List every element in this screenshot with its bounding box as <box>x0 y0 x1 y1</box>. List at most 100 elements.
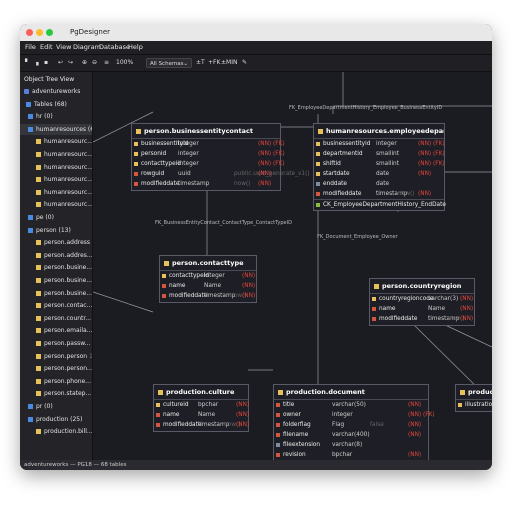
table-production-culture[interactable]: production.culture cultureid bpchar (NN) nam… <box>153 384 249 432</box>
menu-help[interactable]: Help <box>128 43 143 51</box>
tree-item-schema[interactable]: pe (0) <box>20 212 92 223</box>
new-file-icon[interactable]: ▘ <box>25 59 30 66</box>
tree-item-table[interactable]: person.passw...5c <box>20 338 92 349</box>
table-column-row[interactable]: contacttypeid integer (NN) (FK) <box>132 159 285 169</box>
tree-item-label: humanresourc... <box>44 188 93 196</box>
add-fk-button[interactable]: +FK <box>208 59 220 66</box>
table-person-contacttype[interactable]: person.contacttype contacttypeid integer (N… <box>159 255 257 303</box>
column-flags: (NN) <box>236 422 250 428</box>
schema-select[interactable]: All Schemas ⌄ <box>146 58 192 68</box>
tree-item-label: pr (0) <box>36 403 53 410</box>
tree-item-table[interactable]: humanresourc...5c <box>20 174 92 185</box>
open-folder-icon[interactable]: ▗ <box>34 59 39 66</box>
tree-item-table[interactable]: person.address8c <box>20 237 92 248</box>
table-column-row[interactable]: name Name (NN) <box>160 281 256 291</box>
minimize-tables-button[interactable]: ±MIN <box>221 59 237 66</box>
table-column-row[interactable]: modifieddate timestamp now() (NN) <box>314 189 444 199</box>
table-column-row[interactable]: owner integer (NN) (FK) <box>274 410 435 420</box>
diagram-canvas[interactable]: FK_EmployeeDepartmentHistory_Employee_Bu… <box>93 72 492 460</box>
table-production-illustration[interactable]: production.illustr illustrationidinteger <box>455 384 492 412</box>
tree-item-table[interactable]: person.contac...3c <box>20 300 92 311</box>
table-header: person.businessentitycontact <box>132 124 280 139</box>
column-flags: (NN) (FK) <box>418 161 445 167</box>
table-column-row[interactable]: departmentid smallint (NN) (FK) <box>314 149 445 159</box>
tree-item-table[interactable]: person.emaila...5c <box>20 325 92 336</box>
table-column-row[interactable]: modifieddate timestamp now() (NN) <box>370 314 474 324</box>
zoom-out-icon[interactable]: ⊖ <box>92 59 97 66</box>
table-column-row[interactable]: illustrationidinteger <box>456 400 492 410</box>
tree-item-schema[interactable]: pr (0) <box>20 401 92 412</box>
tree-item-table[interactable]: humanresourc...4c <box>20 187 92 198</box>
pin-icon[interactable]: ✎ <box>242 59 247 66</box>
table-column-row[interactable]: modifieddate timestamp now() (NN) <box>160 291 256 301</box>
tree-item-table[interactable]: humanresourc...15c <box>20 149 92 160</box>
table-column-row[interactable]: CK_EmployeeDepartmentHistory_EndDate <box>314 199 446 210</box>
table-column-row[interactable]: modifieddate timestamp now() (NN) <box>132 179 280 189</box>
table-column-row[interactable]: contacttypeid integer (NN) <box>160 271 256 281</box>
table-column-row[interactable]: fileextension varchar(8) <box>274 440 428 450</box>
table-icon <box>36 164 41 170</box>
title-bar: PgDesigner <box>20 24 492 41</box>
tree-item-table[interactable]: person.statep...8c <box>20 388 92 399</box>
column-icon <box>316 182 320 186</box>
table-production-document[interactable]: production.document title varchar(50) (NN) o… <box>273 384 435 460</box>
tree-item-schema[interactable]: Tables (68) <box>20 99 92 110</box>
table-person-businessentitycontact[interactable]: person.businessentitycontact businessenti… <box>131 123 310 191</box>
table-column-row[interactable]: cultureid bpchar (NN) <box>154 400 249 410</box>
table-column-row[interactable]: businessentityid integer (NN) (FK) <box>314 139 445 149</box>
tree-item-table[interactable]: humanresourc...5c <box>20 199 92 210</box>
menu-diagram[interactable]: Diagram <box>73 43 101 51</box>
table-column-row[interactable]: name Name (NN) <box>154 410 249 420</box>
tree-item-database[interactable]: adventureworks <box>20 86 92 97</box>
column-flags: (NN) (FK) <box>258 151 285 157</box>
close-window-button[interactable] <box>26 29 33 36</box>
table-column-row[interactable]: enddate date <box>314 179 444 189</box>
tree-item-table[interactable]: person.phone...3c <box>20 376 92 387</box>
menu-edit[interactable]: Edit <box>40 43 53 51</box>
table-column-row[interactable]: rowguid uuid public.uuid_generate_v1() (NN) <box>132 169 310 179</box>
redo-icon[interactable]: ↪ <box>68 59 73 66</box>
tree-item-table[interactable]: person.busine...5c <box>20 275 92 286</box>
tree-item-table[interactable]: person.busine...3c <box>20 288 92 299</box>
save-icon[interactable]: ▪ <box>44 59 48 66</box>
menu-file[interactable]: File <box>25 43 36 51</box>
zoom-in-icon[interactable]: ⊕ <box>82 59 87 66</box>
table-humanresources-employeedepartmenthistory[interactable]: humanresources.employeedepartmenthistory… <box>313 123 446 211</box>
tree-item-table[interactable]: person.person...4c <box>20 363 92 374</box>
table-column-row[interactable]: modifieddate timestamp now() (NN) <box>154 420 250 430</box>
zoom-level: 100% <box>116 59 134 66</box>
table-column-row[interactable]: shiftid smallint (NN) (FK) <box>314 159 445 169</box>
tree-item-table[interactable]: production.bill...9c <box>20 426 92 437</box>
table-column-row[interactable]: startdate date (NN) <box>314 169 444 179</box>
tree-item-schema[interactable]: humanresources (6) <box>20 123 92 135</box>
table-column-row[interactable]: revision bpchar (NN) <box>274 450 428 460</box>
tree-item-table[interactable]: person.addres...6c <box>20 250 92 261</box>
zoom-window-button[interactable] <box>46 29 53 36</box>
table-column-row[interactable]: title varchar(50) (NN) <box>274 400 428 410</box>
tree-item-table[interactable]: person.person13c <box>20 351 92 362</box>
table-person-countryregion[interactable]: person.countryregion countryregioncode var… <box>369 278 475 326</box>
column-type: date <box>376 181 390 187</box>
tree-item-schema[interactable]: hr (0) <box>20 111 92 122</box>
tree-item-table[interactable]: humanresourc...4c <box>20 136 92 147</box>
toggle-types-button[interactable]: ±T <box>196 59 205 66</box>
column-flags: (NN) <box>418 191 432 197</box>
undo-icon[interactable]: ↩ <box>58 59 63 66</box>
table-column-row[interactable]: countryregioncode varchar(3) (NN) <box>370 294 474 304</box>
fit-icon[interactable]: ≡ <box>104 59 109 66</box>
menu-view[interactable]: View <box>56 43 71 51</box>
table-column-row[interactable]: businessentityid integer (NN) (FK) <box>132 139 285 149</box>
tree-item-table[interactable]: humanresourc...6c <box>20 162 92 173</box>
table-column-row[interactable]: folderflag Flag false (NN) <box>274 420 428 430</box>
table-column-row[interactable]: filename varchar(400) (NN) <box>274 430 428 440</box>
column-name: personid <box>141 151 167 157</box>
tree-item-table[interactable]: person.busine...3c <box>20 262 92 273</box>
table-column-row[interactable]: personid integer (NN) (FK) <box>132 149 285 159</box>
menu-database[interactable]: Database <box>99 43 130 51</box>
table-column-row[interactable]: name Name (NN) <box>370 304 474 314</box>
tree-item-schema[interactable]: production (25) <box>20 414 92 425</box>
tree-item-table[interactable]: person.countr...3c <box>20 313 92 324</box>
column-icon <box>162 284 166 288</box>
tree-item-schema[interactable]: person (13) <box>20 225 92 236</box>
minimize-window-button[interactable] <box>36 29 43 36</box>
